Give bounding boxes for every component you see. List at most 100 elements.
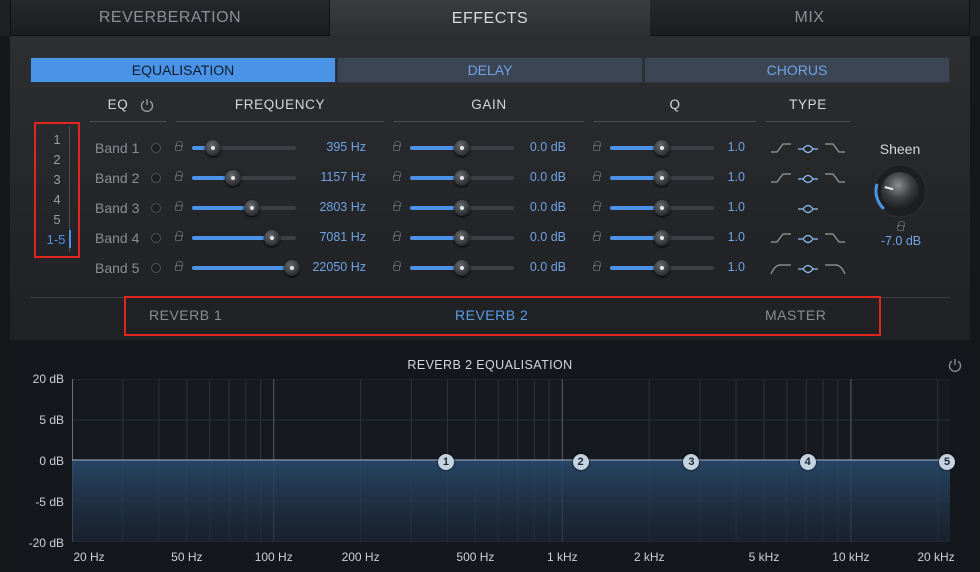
x-tick-label: 20 Hz — [73, 550, 105, 564]
graph-node-band-2[interactable]: 2 — [572, 454, 589, 470]
band-1-frequency-lock-icon[interactable] — [175, 141, 183, 151]
band-1-q-lock-icon[interactable] — [593, 141, 601, 151]
band-2-q-value: 1.0 — [727, 170, 745, 184]
band-4-q-slider[interactable] — [610, 230, 714, 246]
band-1-q-slider-handle[interactable] — [654, 140, 670, 156]
band-1-high-shelf-icon[interactable] — [824, 141, 846, 155]
band-4-low-shelf-icon[interactable] — [770, 231, 792, 245]
band-select-all[interactable]: 1-5 — [35, 232, 77, 247]
band-1-q-slider[interactable] — [610, 140, 714, 156]
graph-title: REVERB 2 EQUALISATION — [407, 358, 573, 372]
band-select-4[interactable]: 4 — [36, 192, 78, 207]
band-3-gain-lock-icon[interactable] — [393, 201, 401, 211]
band-3-q-value: 1.0 — [727, 200, 745, 214]
band-4-peak-icon[interactable] — [797, 231, 819, 245]
band-2-frequency-slider-handle[interactable] — [224, 170, 241, 186]
band-2-label: Band 2 — [95, 170, 140, 186]
band-3-gain-slider-handle[interactable] — [454, 200, 470, 216]
tab-master[interactable]: MASTER — [765, 307, 826, 323]
band-3-q-slider[interactable] — [610, 200, 714, 216]
band-2-gain-lock-icon[interactable] — [393, 171, 401, 181]
y-tick-label: 5 dB — [39, 413, 64, 427]
band-2-frequency-lock-icon[interactable] — [175, 171, 183, 181]
band-4-enable-led[interactable] — [151, 233, 161, 243]
band-2-frequency-slider[interactable] — [192, 170, 296, 186]
band-select-3[interactable]: 3 — [36, 172, 78, 187]
tab-reverberation[interactable]: REVERBERATION — [10, 0, 330, 36]
tab-reverb-1[interactable]: REVERB 1 — [149, 307, 222, 323]
band-4-frequency-slider[interactable] — [192, 230, 296, 246]
band-4-frequency-lock-icon[interactable] — [175, 231, 183, 241]
band-4-frequency-slider-handle[interactable] — [264, 230, 281, 246]
band-5-q-slider[interactable] — [610, 260, 714, 276]
band-1-low-shelf-icon[interactable] — [770, 141, 792, 155]
tab-chorus[interactable]: CHORUS — [644, 57, 950, 83]
band-1-frequency-slider[interactable] — [192, 140, 296, 156]
sheen-lock-icon[interactable] — [897, 221, 905, 231]
band-2-peak-icon[interactable] — [797, 171, 819, 185]
band-5-high-cut-icon[interactable] — [824, 261, 846, 275]
x-tick-label: 20 kHz — [917, 550, 955, 564]
y-tick-label: 20 dB — [32, 372, 64, 386]
graph-power-icon[interactable] — [947, 357, 963, 373]
band-4-q-slider-handle[interactable] — [654, 230, 670, 246]
band-5-gain-slider[interactable] — [410, 260, 514, 276]
band-select-5[interactable]: 5 — [36, 212, 78, 227]
band-4-gain-slider-handle[interactable] — [454, 230, 470, 246]
band-2-gain-slider[interactable] — [410, 170, 514, 186]
sheen-value: -7.0 dB — [880, 234, 922, 248]
band-5-gain-slider-handle[interactable] — [454, 260, 470, 276]
band-5-q-lock-icon[interactable] — [593, 261, 601, 271]
tab-delay[interactable]: DELAY — [337, 57, 643, 83]
band-5-frequency-slider-handle[interactable] — [283, 260, 300, 276]
band-1-peak-icon[interactable] — [797, 141, 819, 155]
eq-power-icon[interactable] — [139, 97, 155, 113]
band-5-frequency-slider[interactable] — [192, 260, 300, 276]
band-3-gain-slider[interactable] — [410, 200, 514, 216]
band-select-2[interactable]: 2 — [36, 152, 78, 167]
band-2-q-slider[interactable] — [610, 170, 714, 186]
band-2-q-slider-handle[interactable] — [654, 170, 670, 186]
band-5-frequency-lock-icon[interactable] — [175, 261, 183, 271]
band-5-q-slider-handle[interactable] — [654, 260, 670, 276]
graph-node-band-4[interactable]: 4 — [799, 454, 816, 470]
frequency-column-header: FREQUENCY — [234, 97, 326, 112]
band-4-high-shelf-icon[interactable] — [824, 231, 846, 245]
band-3-peak-icon[interactable] — [797, 201, 819, 215]
band-3-enable-led[interactable] — [151, 203, 161, 213]
band-2-gain-slider-handle[interactable] — [454, 170, 470, 186]
band-4-q-lock-icon[interactable] — [593, 231, 601, 241]
sheen-knob[interactable] — [872, 163, 928, 219]
tab-mix[interactable]: MIX — [650, 0, 970, 36]
eq-response-graph[interactable] — [72, 379, 950, 542]
tab-reverb-2[interactable]: REVERB 2 — [455, 307, 528, 323]
band-4-gain-slider[interactable] — [410, 230, 514, 246]
band-4-gain-lock-icon[interactable] — [393, 231, 401, 241]
band-5-enable-led[interactable] — [151, 263, 161, 273]
band-3-q-slider-handle[interactable] — [654, 200, 670, 216]
graph-node-band-1[interactable]: 1 — [437, 454, 454, 470]
band-select-1[interactable]: 1 — [36, 132, 78, 147]
band-2-high-shelf-icon[interactable] — [824, 171, 846, 185]
band-1-gain-slider[interactable] — [410, 140, 514, 156]
band-2-enable-led[interactable] — [151, 173, 161, 183]
band-2-gain-value: 0.0 dB — [529, 170, 566, 184]
band-4-label: Band 4 — [95, 230, 140, 246]
band-1-enable-led[interactable] — [151, 143, 161, 153]
band-3-frequency-lock-icon[interactable] — [175, 201, 183, 211]
band-5-peak-icon[interactable] — [797, 261, 819, 275]
band-1-frequency-slider-handle[interactable] — [204, 140, 221, 156]
graph-node-band-5[interactable]: 5 — [939, 454, 955, 470]
band-3-frequency-slider[interactable] — [192, 200, 296, 216]
band-1-gain-lock-icon[interactable] — [393, 141, 401, 151]
band-2-low-shelf-icon[interactable] — [770, 171, 792, 185]
band-3-q-lock-icon[interactable] — [593, 201, 601, 211]
band-5-gain-lock-icon[interactable] — [393, 261, 401, 271]
band-2-q-lock-icon[interactable] — [593, 171, 601, 181]
tab-equalisation[interactable]: EQUALISATION — [30, 57, 336, 83]
band-1-gain-slider-handle[interactable] — [454, 140, 470, 156]
band-5-low-cut-icon[interactable] — [770, 261, 792, 275]
tab-effects[interactable]: EFFECTS — [330, 0, 650, 38]
eq-column-header: EQ — [107, 97, 129, 112]
band-3-gain-value: 0.0 dB — [529, 200, 566, 214]
